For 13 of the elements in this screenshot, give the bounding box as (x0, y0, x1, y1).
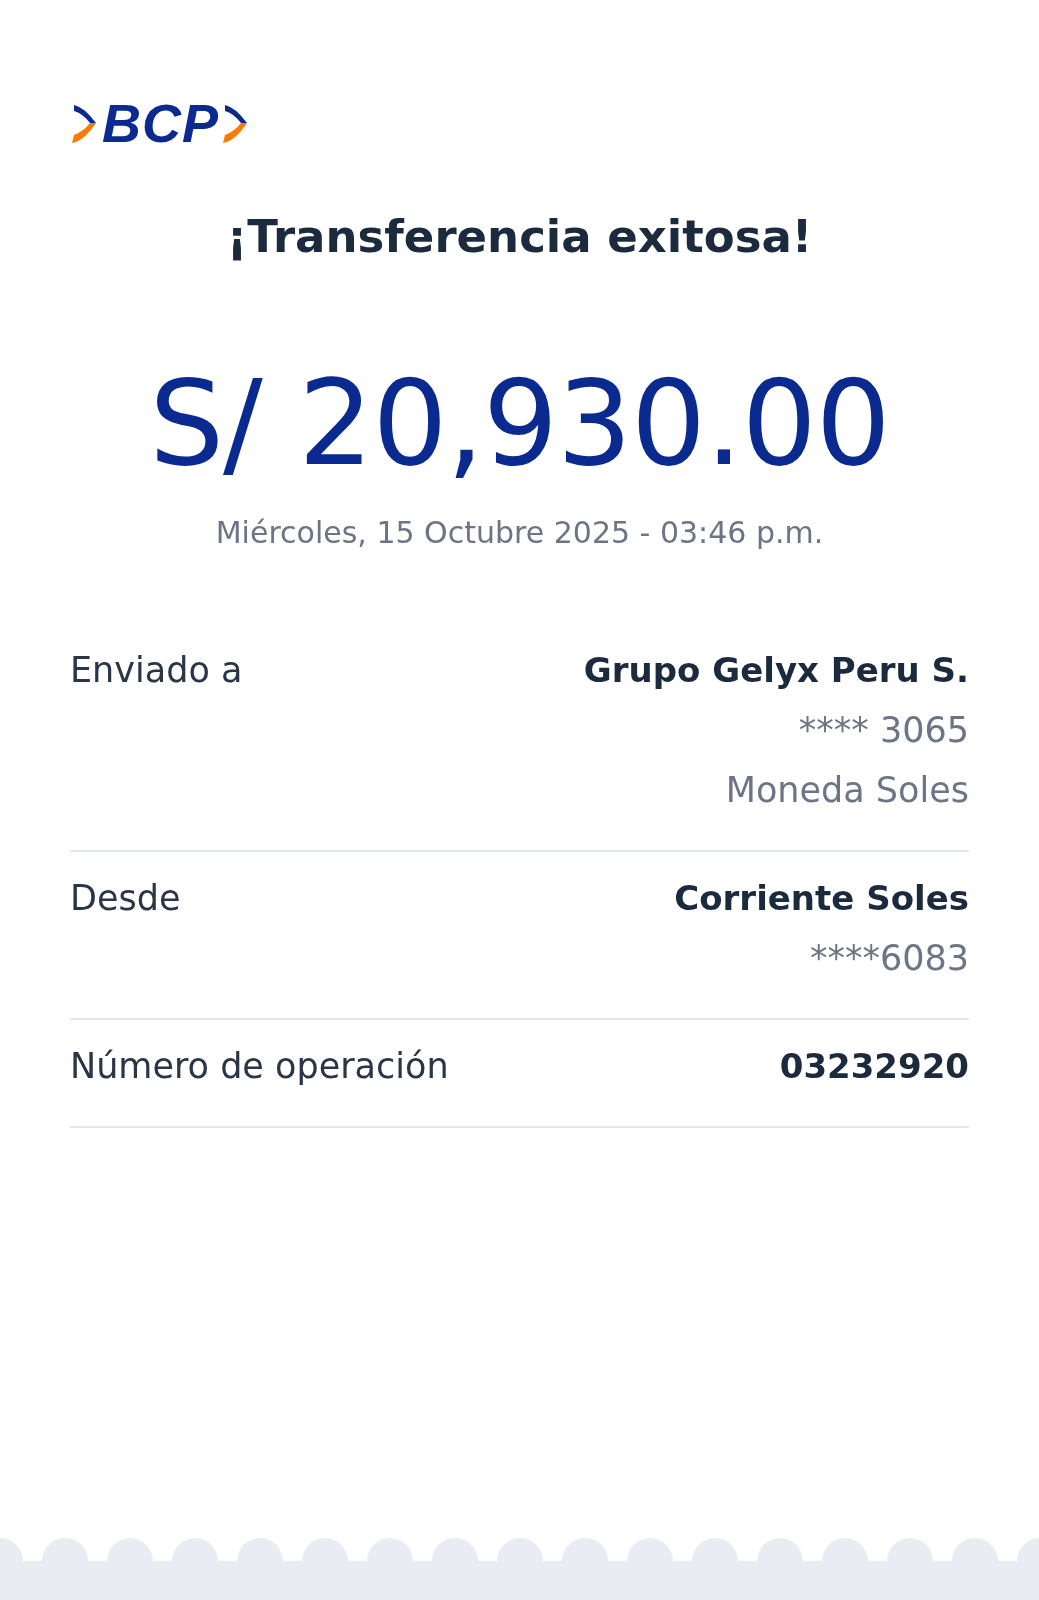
detail-value: Corriente Soles (674, 877, 969, 918)
detail-label: Número de operación (70, 1045, 449, 1086)
transfer-date: Miércoles, 15 Octubre 2025 - 03:46 p.m. (214, 514, 825, 550)
detail-value: Grupo Gelyx Peru S. (583, 649, 969, 690)
detail-label: Enviado a (70, 649, 243, 690)
detail-value: Moneda Soles (725, 769, 969, 810)
detail-value: 03232920 (779, 1045, 969, 1086)
detail-value: ****6083 (809, 937, 969, 978)
transfer-amount: S/ 20,930.00 (148, 353, 891, 494)
detail-value: **** 3065 (798, 709, 969, 750)
bank-logo: BCP (102, 96, 219, 150)
detail-label: Desde (70, 877, 181, 918)
success-title: ¡Transferencia exitosa! (225, 210, 814, 263)
